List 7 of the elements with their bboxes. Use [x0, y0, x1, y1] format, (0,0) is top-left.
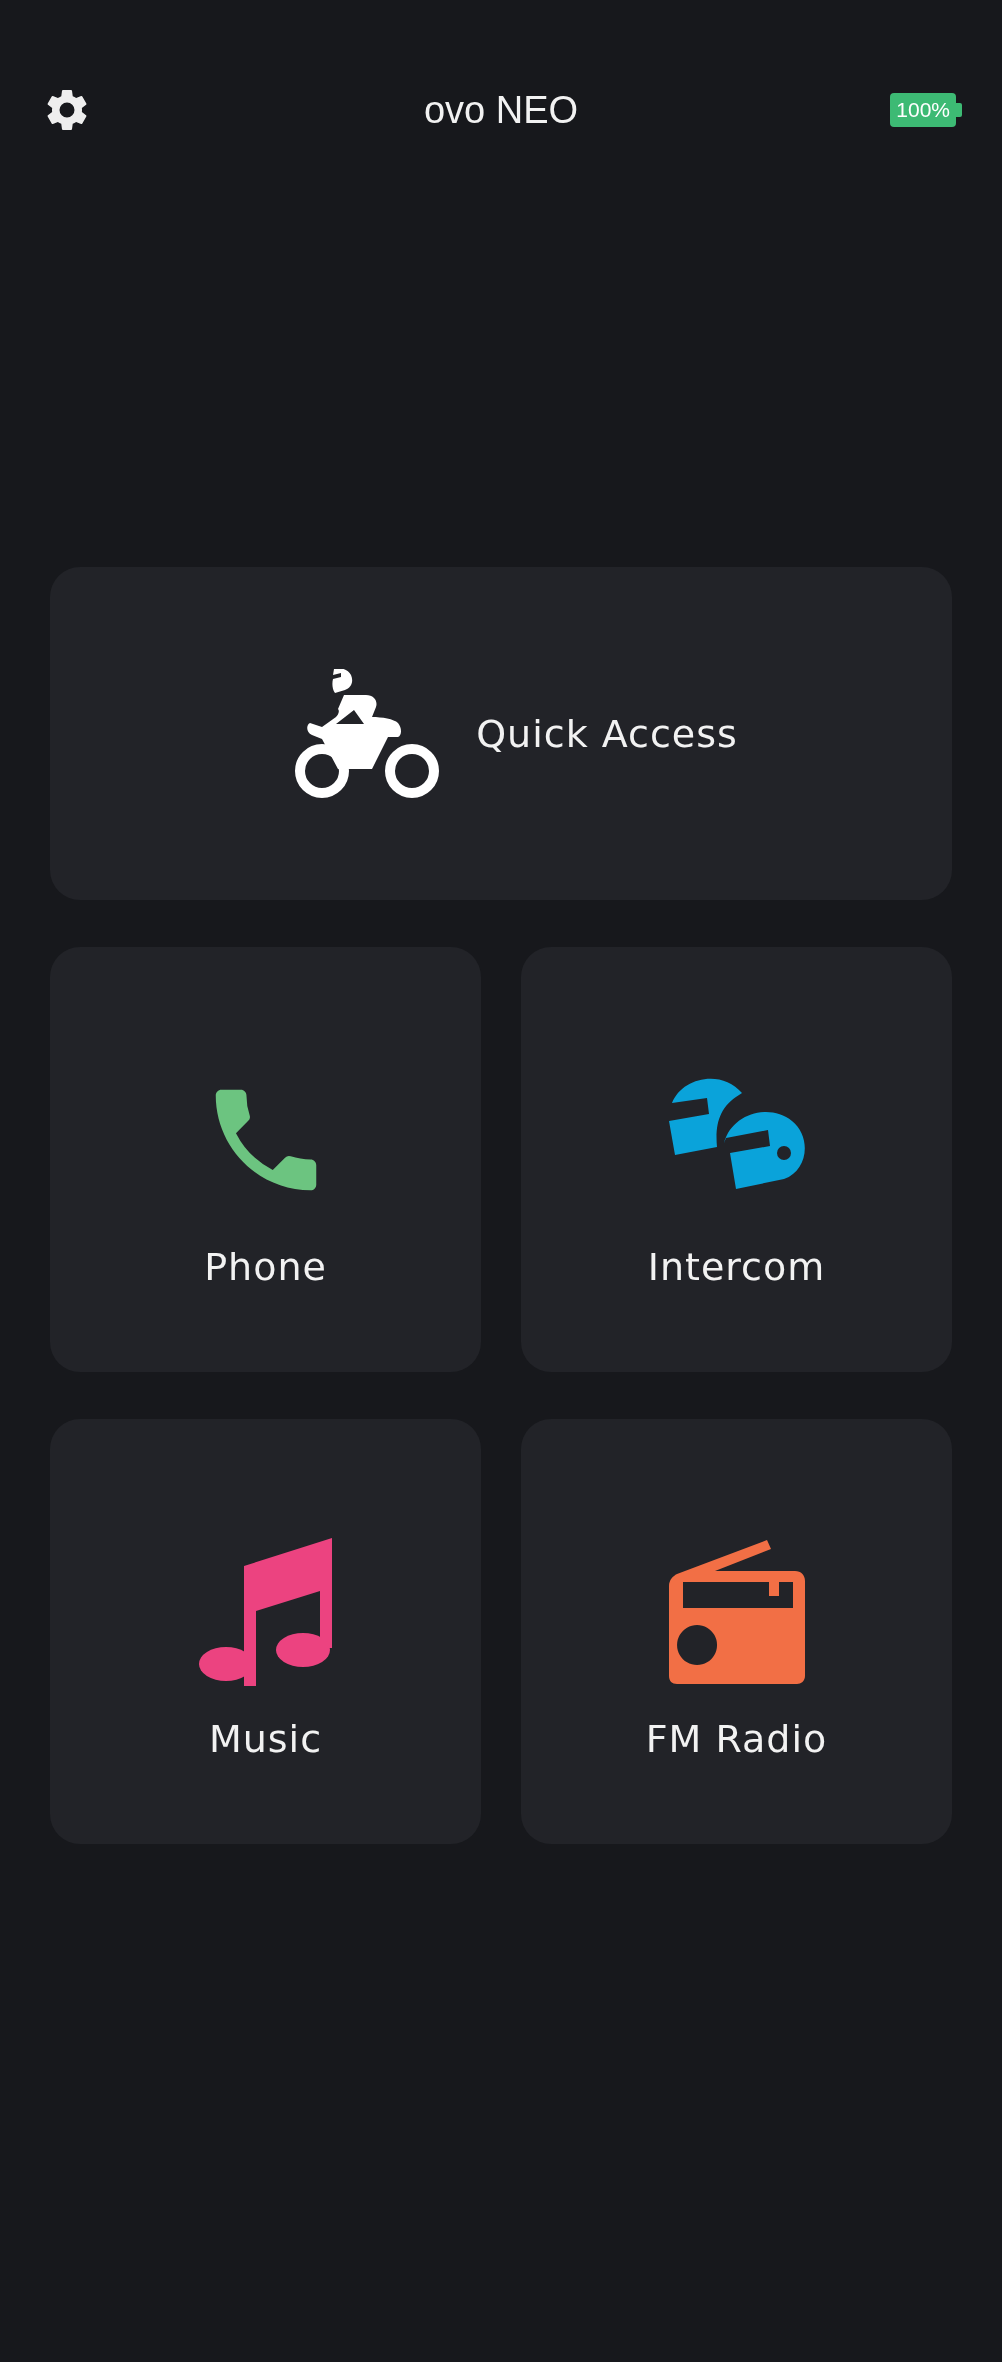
quick-access-button[interactable]: Quick Access	[50, 567, 952, 900]
feature-tile[interactable]: Intercom	[521, 947, 952, 1372]
feature-tile[interactable]: Music	[50, 1419, 481, 1844]
app-title: ovo NEO	[423, 88, 579, 132]
feature-tile[interactable]: FM Radio	[521, 1419, 952, 1844]
feature-tile[interactable]: Phone	[50, 947, 481, 1372]
battery-indicator: 100%	[890, 93, 962, 127]
